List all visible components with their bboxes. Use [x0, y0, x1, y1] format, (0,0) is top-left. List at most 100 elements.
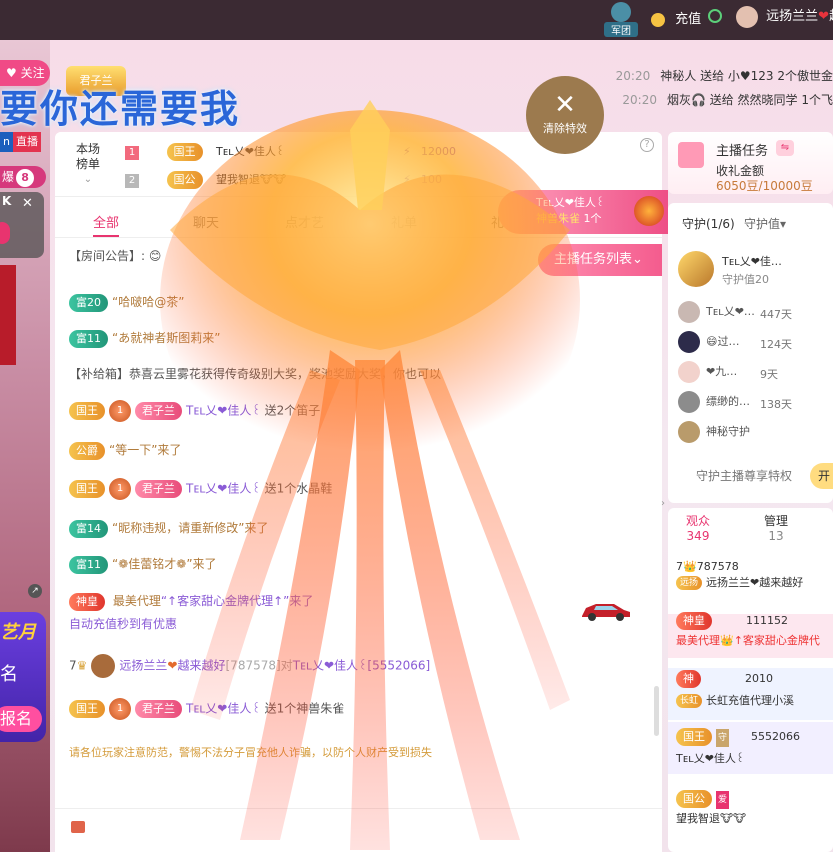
task-progress: 6050豆/10000豆	[716, 179, 813, 193]
audience-name: 长虹充值代理小溪	[706, 694, 795, 707]
list-item: 神皇 最美代理“↑客家甜心金牌代理↑”来了	[69, 591, 313, 611]
audience-row[interactable]: 神皇 111152	[676, 612, 788, 630]
close-icon[interactable]: ✕	[22, 196, 33, 211]
noble-badge: 国王	[676, 728, 712, 746]
anchor-task-card[interactable]: 主播任务 ⇋ 收礼金额 6050豆/10000豆	[668, 132, 833, 194]
expand-icon[interactable]: ↗	[28, 584, 42, 598]
audience-row[interactable]: 国公爱	[676, 790, 730, 809]
clear-effects-button[interactable]: ✕ 清除特效	[526, 76, 604, 154]
username-label: 远扬兰兰	[766, 9, 819, 24]
legion-button[interactable]: 军团	[604, 2, 638, 38]
user-name[interactable]: Tᴇʟ乂❤佳人꒰	[186, 404, 261, 418]
audience-row[interactable]: 神 2010	[676, 670, 773, 688]
guard-privilege[interactable]: 守护主播尊享特权	[696, 467, 792, 484]
promo-signup-button[interactable]: 报名	[0, 706, 42, 732]
tab-guard-value[interactable]: 守护值▾	[744, 215, 786, 232]
guard-top-name[interactable]: Tᴇʟ乂❤佳…	[722, 253, 782, 269]
live-label: 直播	[12, 132, 41, 152]
gift-popup: Tᴇʟ乂❤佳人꒰ 神兽朱雀 1个	[498, 190, 668, 234]
noble-badge: 国王	[69, 402, 105, 420]
audience-count: 349	[686, 529, 710, 543]
chevron-down-icon: ⌄	[83, 174, 93, 185]
tab-audience[interactable]: 观众 349	[686, 514, 710, 544]
crown-icon: ♛	[76, 658, 88, 673]
rank-num: 1	[125, 146, 139, 160]
rank-score: 12000	[421, 145, 456, 158]
username-suffix: 越	[829, 9, 833, 24]
guard-top-value: 守护值20	[722, 273, 769, 286]
audience-row[interactable]: 远扬 远扬兰兰❤越来越好	[676, 574, 803, 592]
help-icon[interactable]: ?	[640, 138, 654, 152]
noble-badge: 国公	[676, 790, 712, 808]
phoenix-gift-icon	[634, 196, 664, 226]
audience-id: 111152	[746, 614, 788, 627]
list-item: 国王 1 君子兰 Tᴇʟ乂❤佳人꒰ 送1个神兽朱雀	[69, 698, 344, 720]
user-name[interactable]: 远扬兰兰	[119, 659, 167, 673]
guard-row[interactable]: 😄过…	[678, 330, 739, 354]
ranking-title[interactable]: 本场榜单 ⌄	[73, 142, 103, 187]
message-text: 送1个水晶鞋	[264, 481, 333, 496]
tab-audience-label: 观众	[686, 514, 711, 528]
guard-row[interactable]: 缥缈的…	[678, 390, 750, 414]
ticker-text: 神秘人 送给 小♥123 2个傲世金	[660, 69, 833, 83]
hot-count: 8	[16, 169, 35, 187]
audience-id: 7👑787578	[676, 560, 739, 573]
list-item: 国王 1 君子兰 Tᴇʟ乂❤佳人꒰ 送1个水晶鞋	[69, 478, 332, 500]
rank-row[interactable]: 2 国公 望我智退🐮🐮 ⚡ 100	[125, 170, 545, 190]
recharge-label: 充值	[675, 12, 702, 27]
speaker-icon[interactable]	[71, 821, 85, 833]
anchor-task-list-button[interactable]: 主播任务列表⌄	[538, 244, 662, 276]
swap-icon[interactable]: ⇋	[776, 140, 794, 156]
level-badge: 1	[109, 478, 131, 500]
audience-name: Tᴇʟ乂❤佳人꒰	[676, 752, 745, 765]
rank-name: 望我智退🐮🐮	[216, 173, 287, 186]
guard-row[interactable]: 神秘守护	[678, 420, 750, 444]
avatar	[678, 361, 700, 383]
guard-row[interactable]: ❤九…	[678, 360, 737, 384]
hot-badge[interactable]: 爆8	[0, 166, 46, 188]
chat-scrollbar[interactable]	[654, 686, 659, 736]
k-song-panel[interactable]: K ✕	[0, 192, 44, 258]
record-button[interactable]	[0, 222, 10, 244]
user-name[interactable]: Tᴇʟ乂❤佳人꒰	[186, 702, 261, 716]
admin-count: 13	[768, 529, 784, 543]
club-badge: 君子兰	[135, 480, 182, 498]
promo-name: 名	[0, 664, 18, 685]
gift-ticker-2: 20:20 烟灰🎧 送给 然然晓同学 1个飞	[622, 91, 833, 108]
chevron-down-icon: ⌄	[632, 252, 643, 267]
legion-label: 军团	[604, 22, 638, 37]
list-item: 富20 “哈啵哈@茶”	[69, 292, 184, 312]
user-name[interactable]: Tᴇʟ乂❤佳人꒰	[186, 482, 261, 496]
open-guard-button[interactable]: 开	[810, 463, 833, 489]
rank-row[interactable]: 1 国王 Tᴇʟ乂❤佳人꒰ ⚡ 12000	[125, 142, 545, 162]
guard-days: 138天	[760, 398, 792, 411]
audience-row[interactable]: 国王守 5552066	[676, 728, 800, 747]
live-n: n	[0, 132, 13, 152]
user-profile[interactable]: 远扬兰兰❤越	[736, 5, 833, 28]
tab-chat[interactable]: 聊天	[193, 212, 219, 231]
noble-badge: 神皇	[69, 592, 105, 611]
tab-talent[interactable]: 点才艺	[285, 212, 324, 231]
guard-name: 缥缈的…	[706, 395, 750, 408]
tab-admins[interactable]: 管理 13	[764, 514, 788, 544]
promo-card[interactable]: 艺月 名 报名	[0, 612, 46, 742]
k-label: K	[2, 194, 12, 208]
collapse-icon[interactable]: ›	[661, 498, 665, 509]
audience-row[interactable]: 长虹 长虹充值代理小溪	[676, 692, 794, 710]
ticker-text: 烟灰🎧 送给 然然晓同学 1个飞	[666, 93, 833, 107]
recharge-button[interactable]: 充值	[651, 8, 701, 27]
list-item: 富14 “昵称违规，请重新修改”来了	[69, 518, 268, 538]
avatar	[678, 301, 700, 323]
wealth-badge: 富20	[69, 293, 108, 312]
close-icon: ✕	[554, 90, 576, 120]
coin-icon	[651, 12, 665, 27]
guard-row[interactable]: Tᴇʟ乂❤…	[678, 300, 755, 324]
tab-all[interactable]: 全部	[93, 212, 120, 237]
audience-id: 5552066	[751, 730, 801, 743]
lightning-icon: ⚡	[403, 145, 411, 158]
tab-gifts[interactable]: 礼单	[391, 212, 417, 231]
song-banner: 要你还需要我	[0, 87, 241, 131]
chat-input-area[interactable]	[55, 808, 662, 852]
target-user[interactable]: Tᴇʟ乂❤佳人꒰[5552066]	[293, 659, 431, 673]
tab-guard[interactable]: 守护(1/6)	[682, 215, 735, 232]
